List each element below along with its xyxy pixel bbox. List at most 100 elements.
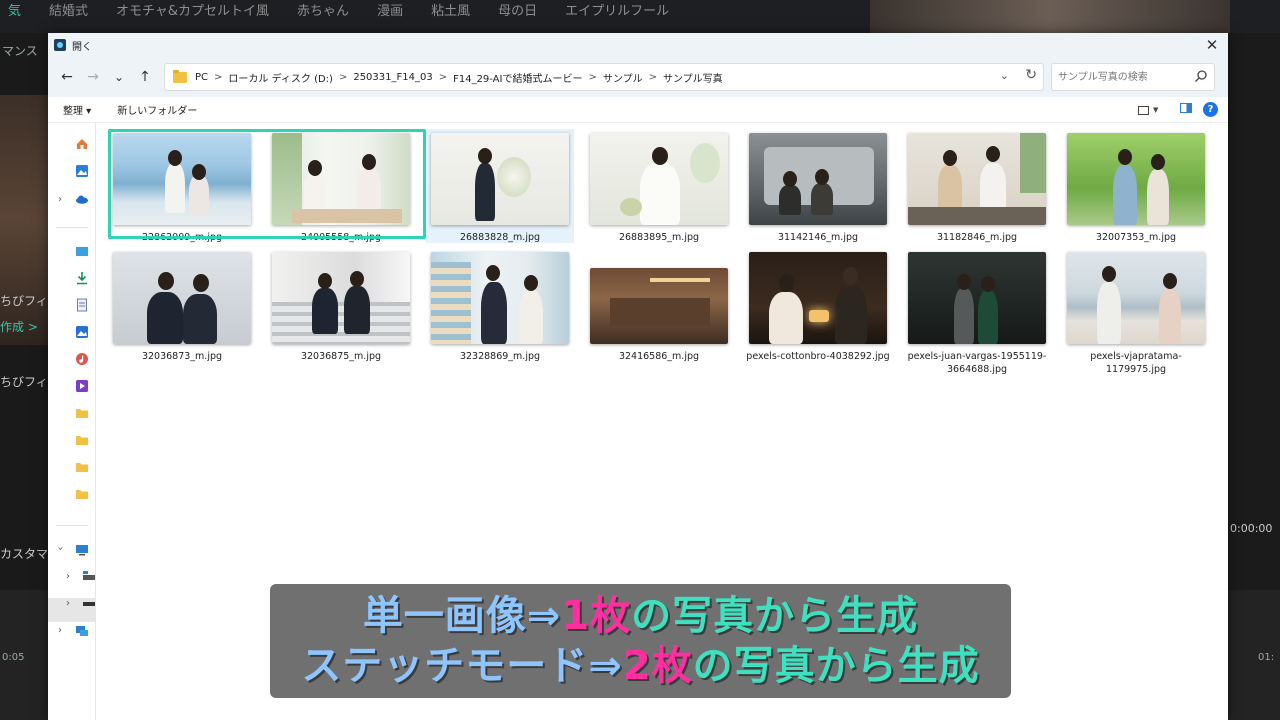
recent-locations-button[interactable]: ⌄	[106, 64, 132, 90]
up-button[interactable]: ↑	[132, 64, 158, 90]
sidebar-divider	[56, 525, 88, 526]
bg-tab[interactable]: エイプリルフール	[565, 0, 669, 19]
expand-chevron-icon[interactable]: ›	[58, 194, 62, 205]
file-item[interactable]: 32328869_m.jpg	[426, 252, 574, 363]
bg-left-text: マンス	[2, 44, 38, 58]
file-item[interactable]: pexels-cottonbro-4038292.jpg	[744, 252, 892, 363]
file-item[interactable]: 32036873_m.jpg	[108, 252, 256, 363]
command-bar: 整理 ▾ 新しいフォルダー ▼ ?	[48, 97, 1228, 123]
expand-chevron-icon[interactable]: ›	[66, 598, 70, 609]
breadcrumb-separator: >	[214, 71, 223, 83]
bg-tab[interactable]: オモチャ&カプセルトイ風	[116, 0, 269, 19]
pictures-icon[interactable]	[75, 325, 89, 339]
breadcrumb-item-current[interactable]: サンプル写真	[663, 70, 723, 85]
breadcrumb-separator: >	[648, 71, 657, 83]
expand-chevron-icon[interactable]: ›	[58, 625, 62, 636]
thumbnail-image	[749, 133, 887, 225]
new-folder-button[interactable]: 新しいフォルダー	[117, 102, 197, 117]
file-name: 32416586_m.jpg	[618, 351, 700, 362]
folder-icon	[173, 69, 187, 83]
bg-tab[interactable]: 赤ちゃん	[297, 0, 349, 19]
background-preview-image	[870, 0, 1230, 33]
downloads-icon[interactable]	[75, 271, 89, 285]
file-name: 26883828_m.jpg	[459, 232, 541, 243]
file-name: 31182846_m.jpg	[936, 232, 1018, 243]
breadcrumb-item[interactable]: F14_29-AIで結婚式ムービー	[453, 70, 582, 85]
dialog-titlebar: 開く ✕	[48, 33, 1228, 57]
network-icon[interactable]	[75, 624, 89, 638]
search-input[interactable]	[1058, 64, 1188, 90]
bg-tab[interactable]: 粘土風	[431, 0, 470, 19]
file-item[interactable]: 32007353_m.jpg	[1062, 133, 1210, 244]
forward-button[interactable]: →	[80, 64, 106, 90]
change-view-button[interactable]: ▼	[1138, 102, 1166, 118]
navigation-bar: ← → ⌄ ↑ PC > ローカル ディスク (D:) > 250331_F14…	[48, 57, 1228, 97]
back-button[interactable]: ←	[54, 64, 80, 90]
file-name: 32036875_m.jpg	[300, 351, 382, 362]
folder-icon[interactable]	[75, 487, 89, 501]
organize-menu-button[interactable]: 整理 ▾	[63, 102, 91, 117]
caption-line-1: 単一画像⇒1枚の写真から生成	[363, 591, 918, 641]
thumbnail-image	[1067, 252, 1205, 344]
onedrive-icon[interactable]	[75, 192, 89, 206]
file-item[interactable]: 31142146_m.jpg	[744, 133, 892, 244]
breadcrumb-item[interactable]: サンプル	[603, 70, 643, 85]
file-item[interactable]: pexels-juan-vargas-1955119-3664688.jpg	[903, 252, 1051, 376]
breadcrumb-item[interactable]: ローカル ディスク (D:)	[228, 70, 333, 85]
breadcrumb-item[interactable]: PC	[195, 72, 208, 83]
sidebar-divider	[56, 227, 88, 228]
caption-text: ステッチモード⇒	[301, 643, 623, 689]
thumbnail-image	[431, 252, 569, 344]
address-bar[interactable]: PC > ローカル ディスク (D:) > 250331_F14_03 > F1…	[164, 63, 1044, 91]
bg-tab[interactable]: 気	[8, 0, 21, 19]
file-item[interactable]: 26883828_m.jpg	[426, 129, 574, 243]
bg-left-link[interactable]: 作成 >	[0, 318, 38, 335]
bg-tab[interactable]: 母の日	[498, 0, 537, 19]
bg-tab[interactable]: 結婚式	[49, 0, 88, 19]
folder-icon[interactable]	[75, 460, 89, 474]
expand-chevron-icon[interactable]: ›	[55, 547, 66, 551]
bg-timecode: 0:00:00	[1230, 522, 1273, 535]
gallery-icon[interactable]	[75, 164, 89, 178]
file-item[interactable]: 32416586_m.jpg	[585, 268, 733, 363]
thumbnail-image	[590, 268, 728, 344]
thumbnail-image	[1067, 133, 1205, 225]
preview-pane-icon[interactable]	[1180, 103, 1192, 113]
breadcrumb-separator: >	[338, 71, 348, 83]
view-icon	[1138, 105, 1149, 115]
folder-icon[interactable]	[75, 433, 89, 447]
address-history-chevron-icon[interactable]: ⌄	[1000, 69, 1009, 82]
documents-icon[interactable]	[75, 298, 89, 312]
drive-c-icon[interactable]	[82, 570, 96, 584]
this-pc-icon[interactable]	[75, 543, 89, 557]
search-icon[interactable]	[1194, 69, 1208, 83]
expand-chevron-icon[interactable]: ›	[66, 571, 70, 582]
close-button[interactable]: ✕	[1202, 35, 1222, 55]
file-name: 26883895_m.jpg	[618, 232, 700, 243]
file-item[interactable]: pexels-vjapratama-1179975.jpg	[1062, 252, 1210, 376]
bg-tab[interactable]: 漫画	[377, 0, 403, 19]
thumbnail-image	[113, 252, 251, 344]
search-box[interactable]	[1051, 63, 1215, 91]
home-icon[interactable]	[75, 137, 89, 151]
help-button[interactable]: ?	[1203, 102, 1218, 117]
videos-icon[interactable]	[75, 379, 89, 393]
drive-d-icon[interactable]	[82, 597, 96, 611]
desktop-icon[interactable]	[75, 245, 89, 259]
file-item[interactable]: 31182846_m.jpg	[903, 133, 1051, 244]
breadcrumb-item[interactable]: 250331_F14_03	[353, 72, 432, 83]
caption-highlight: 2枚	[622, 643, 693, 689]
file-name: pexels-juan-vargas-1955119-3664688.jpg	[907, 351, 1047, 375]
music-icon[interactable]	[75, 352, 89, 366]
file-name: 31142146_m.jpg	[777, 232, 859, 243]
file-item[interactable]: 26883895_m.jpg	[585, 133, 733, 244]
refresh-icon[interactable]: ↻	[1025, 67, 1037, 83]
file-item[interactable]: 32036875_m.jpg	[267, 252, 415, 363]
file-name: pexels-cottonbro-4038292.jpg	[746, 351, 890, 362]
caption-text: の写真から生成	[631, 593, 919, 639]
dialog-title: 開く	[72, 41, 92, 53]
folder-icon[interactable]	[75, 406, 89, 420]
caption-overlay: 単一画像⇒1枚の写真から生成 ステッチモード⇒2枚の写真から生成	[270, 584, 1011, 698]
caption-line-2: ステッチモード⇒2枚の写真から生成	[301, 641, 979, 691]
thumbnail-image	[431, 133, 569, 225]
